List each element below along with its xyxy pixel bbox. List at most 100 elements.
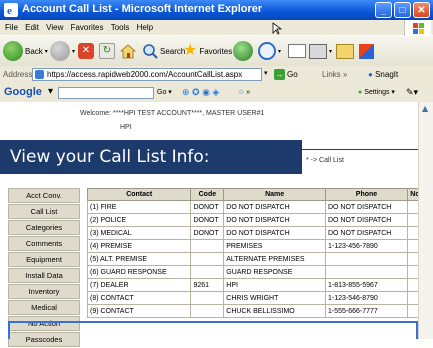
- history-button[interactable]: ▾: [258, 40, 281, 62]
- messenger-button[interactable]: [359, 40, 374, 62]
- settings-label: Settings: [364, 89, 390, 96]
- sidebar-item-install-data[interactable]: Install Data: [8, 268, 80, 283]
- snagit-button[interactable]: ● SnagIt: [368, 70, 398, 79]
- search-button[interactable]: Search: [142, 40, 185, 62]
- google-menu-icon[interactable]: ▾: [48, 86, 53, 97]
- menu-file[interactable]: File: [5, 23, 18, 32]
- back-button[interactable]: Back ▾: [3, 40, 48, 62]
- favorites-label: Favorites: [199, 46, 233, 56]
- code-cell: DONOT: [190, 226, 225, 240]
- column-header-contact: Contact: [86, 188, 192, 201]
- vertical-scrollbar[interactable]: ▲: [418, 102, 433, 339]
- mail-icon: [288, 44, 306, 58]
- contact-cell: (7) DEALER: [86, 278, 192, 292]
- sidebar-item-comments[interactable]: Comments: [8, 236, 80, 251]
- sidebar-item-call-list[interactable]: Call List: [8, 204, 80, 219]
- stop-button[interactable]: ✕: [78, 40, 94, 62]
- column-header-name: Name: [223, 188, 326, 201]
- phone-cell: 1-555-666-7777: [324, 304, 409, 318]
- google-go-button[interactable]: Go ▾: [157, 88, 172, 96]
- name-cell: DO NOT DISPATCH: [223, 213, 326, 227]
- favorites-button[interactable]: ★ Favorites: [183, 40, 232, 62]
- phone-cell: 1-123-546-8790: [324, 291, 409, 305]
- sidebar-item-inventory[interactable]: Inventory: [8, 284, 80, 299]
- contact-cell: (6) GUARD RESPONSE: [86, 265, 192, 279]
- page-banner: View your Call List Info:: [0, 140, 302, 174]
- contact-cell: (2) POLICE: [86, 213, 192, 227]
- history-icon: [258, 42, 276, 60]
- google-search-input[interactable]: [58, 87, 154, 99]
- folder-icon: [336, 43, 354, 59]
- address-label: Address: [3, 70, 33, 79]
- mail-button[interactable]: [288, 40, 306, 62]
- links-label: Links: [322, 70, 341, 79]
- address-dropdown-icon[interactable]: ▾: [264, 69, 268, 77]
- table-row[interactable]: (1) FIRE DONOT DO NOT DISPATCH DO NOT DISPA…: [86, 200, 433, 214]
- forward-button[interactable]: ▾: [50, 40, 75, 62]
- code-cell: DONOT: [190, 213, 225, 227]
- table-row[interactable]: (5) ALT. PREMISE ALTERNATE PREMISES: [86, 252, 433, 266]
- windows-logo-icon: [404, 20, 431, 36]
- search-icon: [143, 44, 158, 59]
- sidebar-item-medical[interactable]: Medical: [8, 300, 80, 315]
- address-bar: Address https://access.rapidweb2000.com/…: [0, 66, 433, 84]
- name-cell: ALTERNATE PREMISES: [223, 252, 326, 266]
- menu-help[interactable]: Help: [137, 23, 153, 32]
- name-cell: DO NOT DISPATCH: [223, 200, 326, 214]
- mouse-cursor-icon: [272, 22, 282, 35]
- table-row[interactable]: (2) POLICE DONOT DO NOT DISPATCH DO NOT DIS…: [86, 213, 433, 227]
- home-button[interactable]: [119, 40, 137, 62]
- bookmark-star-icon[interactable]: ☆ »: [238, 88, 250, 96]
- go-arrow-icon: →: [274, 69, 285, 80]
- code-cell: DONOT: [190, 200, 225, 214]
- maximize-button[interactable]: □: [394, 2, 411, 18]
- scroll-up-icon[interactable]: ▲: [422, 104, 428, 113]
- close-button[interactable]: ✕: [413, 2, 430, 18]
- forward-arrow-icon: [50, 41, 70, 61]
- phone-cell: DO NOT DISPATCH: [324, 200, 409, 214]
- minimize-button[interactable]: _: [375, 2, 392, 18]
- phone-cell: [324, 252, 409, 266]
- edit-button[interactable]: [336, 40, 354, 62]
- divider-line: [302, 149, 418, 150]
- menu-favorites[interactable]: Favorites: [71, 23, 104, 32]
- table-row[interactable]: (8) CONTACT CHRIS WRIGHT 1-123-546-8790: [86, 291, 433, 305]
- contact-cell: (9) CONTACT: [86, 304, 192, 318]
- table-row[interactable]: (9) CONTACT CHUCK BELLISSIMO 1-555-666-777…: [86, 304, 433, 318]
- home-icon: [119, 44, 137, 59]
- name-cell: DO NOT DISPATCH: [223, 226, 326, 240]
- refresh-icon: ↻: [99, 43, 115, 59]
- google-tools-icon[interactable]: ✎▾: [406, 87, 418, 98]
- phone-cell: 1-123-456-7890: [324, 239, 409, 253]
- table-row[interactable]: (4) PREMISE PREMISES 1-123-456-7890: [86, 239, 433, 253]
- address-input[interactable]: https://access.rapidweb2000.com/AccountC…: [32, 68, 262, 81]
- go-button[interactable]: → Go: [274, 68, 298, 81]
- contact-cell: (3) MEDICAL: [86, 226, 192, 240]
- sidebar-item-equipment[interactable]: Equipment: [8, 252, 80, 267]
- table-row[interactable]: (7) DEALER 9261 HPI 1-813-855-5967: [86, 278, 433, 292]
- sidebar-item-acct-conv[interactable]: Acct Conv.: [8, 188, 80, 203]
- stop-icon: ✕: [78, 43, 94, 59]
- table-row[interactable]: (6) GUARD RESPONSE GUARD RESPONSE: [86, 265, 433, 279]
- google-toolbar-icons[interactable]: ⊕ ✪ ◉ ◈: [182, 87, 219, 98]
- print-button[interactable]: ▾: [309, 40, 332, 62]
- google-toolbar: Google ▾ Go ▾ ⊕ ✪ ◉ ◈ ☆ » ● Settings ▾ ✎…: [0, 84, 433, 103]
- refresh-button[interactable]: ↻: [99, 40, 115, 62]
- column-header-code: Code: [190, 188, 225, 201]
- menu-edit[interactable]: Edit: [25, 23, 39, 32]
- back-arrow-icon: [3, 41, 23, 61]
- google-settings-button[interactable]: ● Settings ▾: [358, 88, 395, 96]
- welcome-text: Welcome: ****HPI TEST ACCOUNT****, MASTE…: [80, 110, 265, 117]
- sidebar-item-categories[interactable]: Categories: [8, 220, 80, 235]
- menu-tools[interactable]: Tools: [111, 23, 130, 32]
- contact-cell: (1) FIRE: [86, 200, 192, 214]
- links-button[interactable]: Links »: [322, 70, 347, 79]
- media-button[interactable]: [233, 40, 253, 62]
- google-logo: Google: [4, 86, 42, 98]
- messenger-icon: [359, 43, 374, 59]
- menu-view[interactable]: View: [46, 23, 63, 32]
- address-url: https://access.rapidweb2000.com/AccountC…: [47, 70, 243, 79]
- call-list-table: Contact Code Name Phone Notes (1) FIREDO…: [86, 188, 433, 318]
- table-row[interactable]: (3) MEDICAL DONOT DO NOT DISPATCH DO NOT DI…: [86, 226, 433, 240]
- window-titlebar: e Account Call List - Microsoft Internet…: [0, 0, 433, 20]
